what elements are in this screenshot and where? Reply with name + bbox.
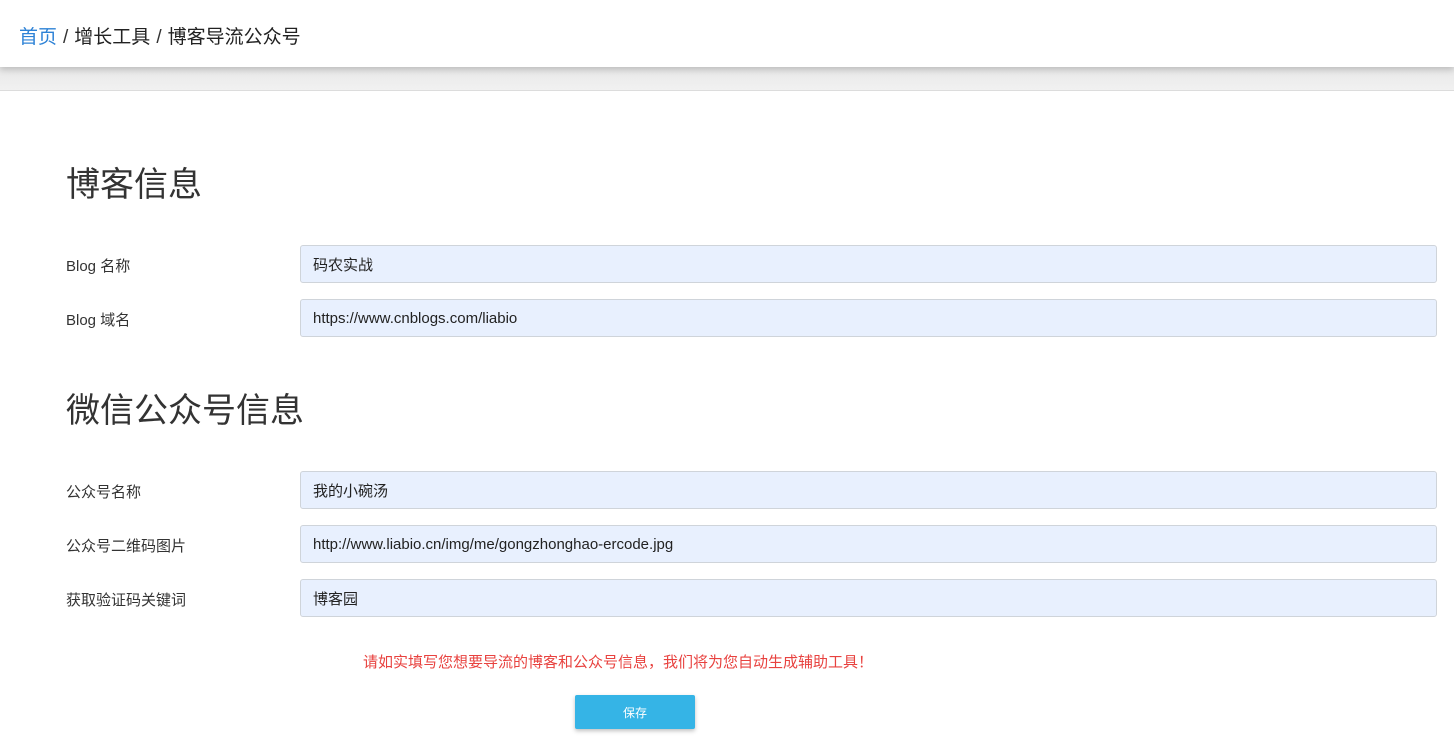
verification-keyword-label: 获取验证码关键词 — [66, 592, 187, 609]
breadcrumb-separator: / — [156, 27, 162, 48]
verification-keyword-input[interactable] — [300, 579, 1437, 617]
save-button[interactable]: 保存 — [575, 695, 695, 729]
blog-domain-input[interactable] — [300, 299, 1437, 337]
wechat-section-title: 微信公众号信息 — [66, 392, 304, 430]
breadcrumb: 首页 / 增长工具 / 博客导流公众号 — [19, 22, 301, 49]
wechat-qrcode-input[interactable] — [300, 525, 1437, 563]
wechat-qrcode-label: 公众号二维码图片 — [66, 538, 187, 555]
breadcrumb-current-page: 博客导流公众号 — [167, 27, 301, 48]
breadcrumb-separator: / — [63, 27, 69, 48]
breadcrumb-growth-tools[interactable]: 增长工具 — [74, 27, 150, 48]
blog-domain-label: Blog 域名 — [66, 312, 131, 329]
blog-name-input[interactable] — [300, 245, 1437, 283]
breadcrumb-home-link[interactable]: 首页 — [19, 27, 57, 48]
top-header: 首页 / 增长工具 / 博客导流公众号 — [0, 0, 1454, 67]
wechat-name-label: 公众号名称 — [66, 484, 142, 501]
notice-text: 请如实填写您想要导流的博客和公众号信息，我们将为您自动生成辅助工具！ — [363, 654, 874, 671]
wechat-name-input[interactable] — [300, 471, 1437, 509]
blog-section-title: 博客信息 — [66, 166, 202, 204]
header-divider-band — [0, 67, 1454, 91]
blog-name-label: Blog 名称 — [66, 258, 131, 275]
